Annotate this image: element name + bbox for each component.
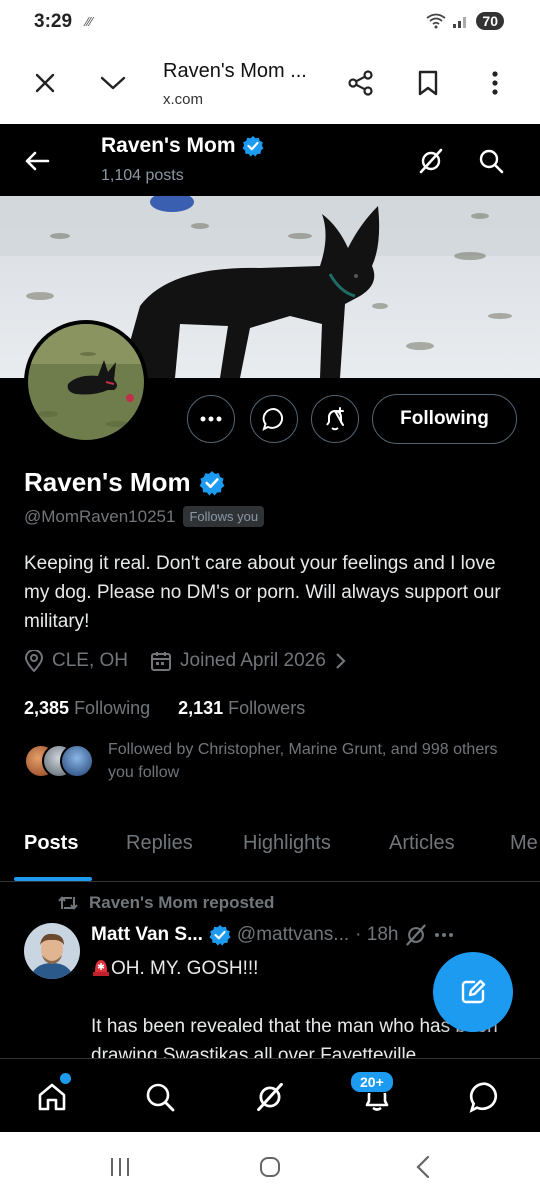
bookmark-icon[interactable] <box>411 66 445 100</box>
back-arrow-icon[interactable] <box>20 144 54 178</box>
location-text: CLE, OH <box>52 650 129 671</box>
post-author-name[interactable]: Matt Van S... <box>91 924 203 946</box>
post-header: Matt Van S... @mattvans... · 18h <box>91 923 454 947</box>
profile-handle: @MomRaven10251 <box>24 506 176 526</box>
message-button[interactable] <box>250 395 298 443</box>
active-tab-indicator <box>14 877 92 881</box>
system-navigation-bar <box>0 1132 540 1200</box>
repost-label: Raven's Mom reposted <box>89 893 275 912</box>
post-line-1-text: OH. MY. GOSH!!! <box>111 958 259 979</box>
following-count: 2,385 <box>24 698 70 718</box>
recent-apps-icon[interactable] <box>105 1152 135 1182</box>
joined-item[interactable]: Joined April 2026 <box>150 650 346 672</box>
header-name: Raven's Mom <box>101 134 264 158</box>
verified-badge-icon <box>242 136 264 157</box>
header-name-text: Raven's Mom <box>101 134 236 157</box>
search-icon[interactable] <box>474 144 508 178</box>
handle-row: @MomRaven10251 Follows you <box>24 506 265 527</box>
followers-count: 2,131 <box>178 698 224 718</box>
repost-icon <box>58 896 78 910</box>
followers-label: Followers <box>228 698 306 718</box>
profile-name-text: Raven's Mom <box>24 467 191 497</box>
compose-icon <box>461 979 486 1004</box>
battery-indicator: 70 <box>476 12 504 30</box>
grok-icon[interactable] <box>404 923 428 947</box>
profile-meta: CLE, OH Joined April 2026 <box>24 650 368 672</box>
notifications-badge: 20+ <box>350 1071 394 1093</box>
follows-you-badge: Follows you <box>183 506 265 527</box>
notifications-subscribe-button[interactable] <box>311 395 359 443</box>
home-unread-dot <box>60 1073 71 1084</box>
chat-bubble-icon <box>262 407 284 431</box>
tab-highlights[interactable]: Highlights <box>243 832 331 855</box>
calendar-icon <box>151 652 172 671</box>
followed-by-text: Followed by Christopher, Marine Grunt, a… <box>108 741 498 781</box>
status-time: 3:29 <box>34 11 73 32</box>
following-button[interactable]: Following <box>372 394 517 444</box>
profile-name: Raven's Mom <box>24 467 225 498</box>
follow-counts: 2,385 Following 2,131 Followers <box>24 698 305 719</box>
signal-icon <box>453 17 467 28</box>
browser-toolbar: Raven's Mom ... x.com <box>0 46 540 124</box>
followers-count-link[interactable]: 2,131 Followers <box>178 698 305 719</box>
messages-icon[interactable] <box>465 1077 505 1117</box>
repost-indicator[interactable]: Raven's Mom reposted <box>57 893 274 913</box>
status-bar: 3:29 ⁄⁄⁄ 70 <box>0 0 540 46</box>
status-icons: 70 <box>426 12 504 30</box>
tab-replies[interactable]: Replies <box>126 832 193 855</box>
verified-badge-icon <box>209 925 231 946</box>
tab-media[interactable]: Me <box>510 832 538 855</box>
profile-avatar[interactable] <box>24 320 148 444</box>
posts-count: 1,104 posts <box>101 167 184 184</box>
wifi-icon <box>426 13 446 29</box>
search-icon[interactable] <box>140 1077 180 1117</box>
notification-icon: ⁄⁄⁄ <box>86 14 93 29</box>
grok-icon[interactable] <box>414 144 448 178</box>
chevron-right-icon <box>336 653 346 669</box>
home-button-icon[interactable] <box>255 1152 285 1182</box>
post-timestamp[interactable]: · 18h <box>355 924 398 946</box>
joined-text: Joined April 2026 <box>180 650 326 671</box>
bottom-navigation: 20+ <box>0 1058 540 1132</box>
following-count-link[interactable]: 2,385 Following <box>24 698 150 719</box>
post-author-avatar[interactable] <box>24 923 80 979</box>
followed-by-row[interactable]: Followed by Christopher, Marine Grunt, a… <box>24 738 518 784</box>
verified-badge-icon[interactable] <box>199 470 225 496</box>
compose-button[interactable] <box>433 952 513 1032</box>
profile-bio: Keeping it real. Don't care about your f… <box>24 553 501 632</box>
more-horizontal-icon[interactable] <box>434 932 454 938</box>
location-item: CLE, OH <box>24 650 128 672</box>
close-icon[interactable] <box>28 66 62 100</box>
chevron-down-icon[interactable] <box>96 66 130 100</box>
more-horizontal-icon <box>200 416 222 422</box>
bell-plus-icon <box>326 407 344 431</box>
back-icon[interactable] <box>408 1152 438 1182</box>
page-url: x.com <box>163 91 204 108</box>
location-pin-icon <box>24 650 44 672</box>
page-title: Raven's Mom ... <box>163 60 307 82</box>
post-author-handle[interactable]: @mattvans... <box>237 924 349 946</box>
tab-articles[interactable]: Articles <box>389 832 455 855</box>
siren-emoji-icon <box>91 955 111 977</box>
profile-header-bar: Raven's Mom 1,104 posts <box>0 124 540 196</box>
grok-icon[interactable] <box>250 1077 290 1117</box>
more-options-button[interactable] <box>187 395 235 443</box>
profile-tabs: Posts Replies Highlights Articles Me <box>0 822 540 882</box>
tab-posts[interactable]: Posts <box>24 832 78 855</box>
share-icon[interactable] <box>344 66 378 100</box>
following-label: Following <box>74 698 151 718</box>
more-vertical-icon[interactable] <box>478 66 512 100</box>
avatar <box>60 744 94 778</box>
mutual-avatars <box>24 744 94 780</box>
